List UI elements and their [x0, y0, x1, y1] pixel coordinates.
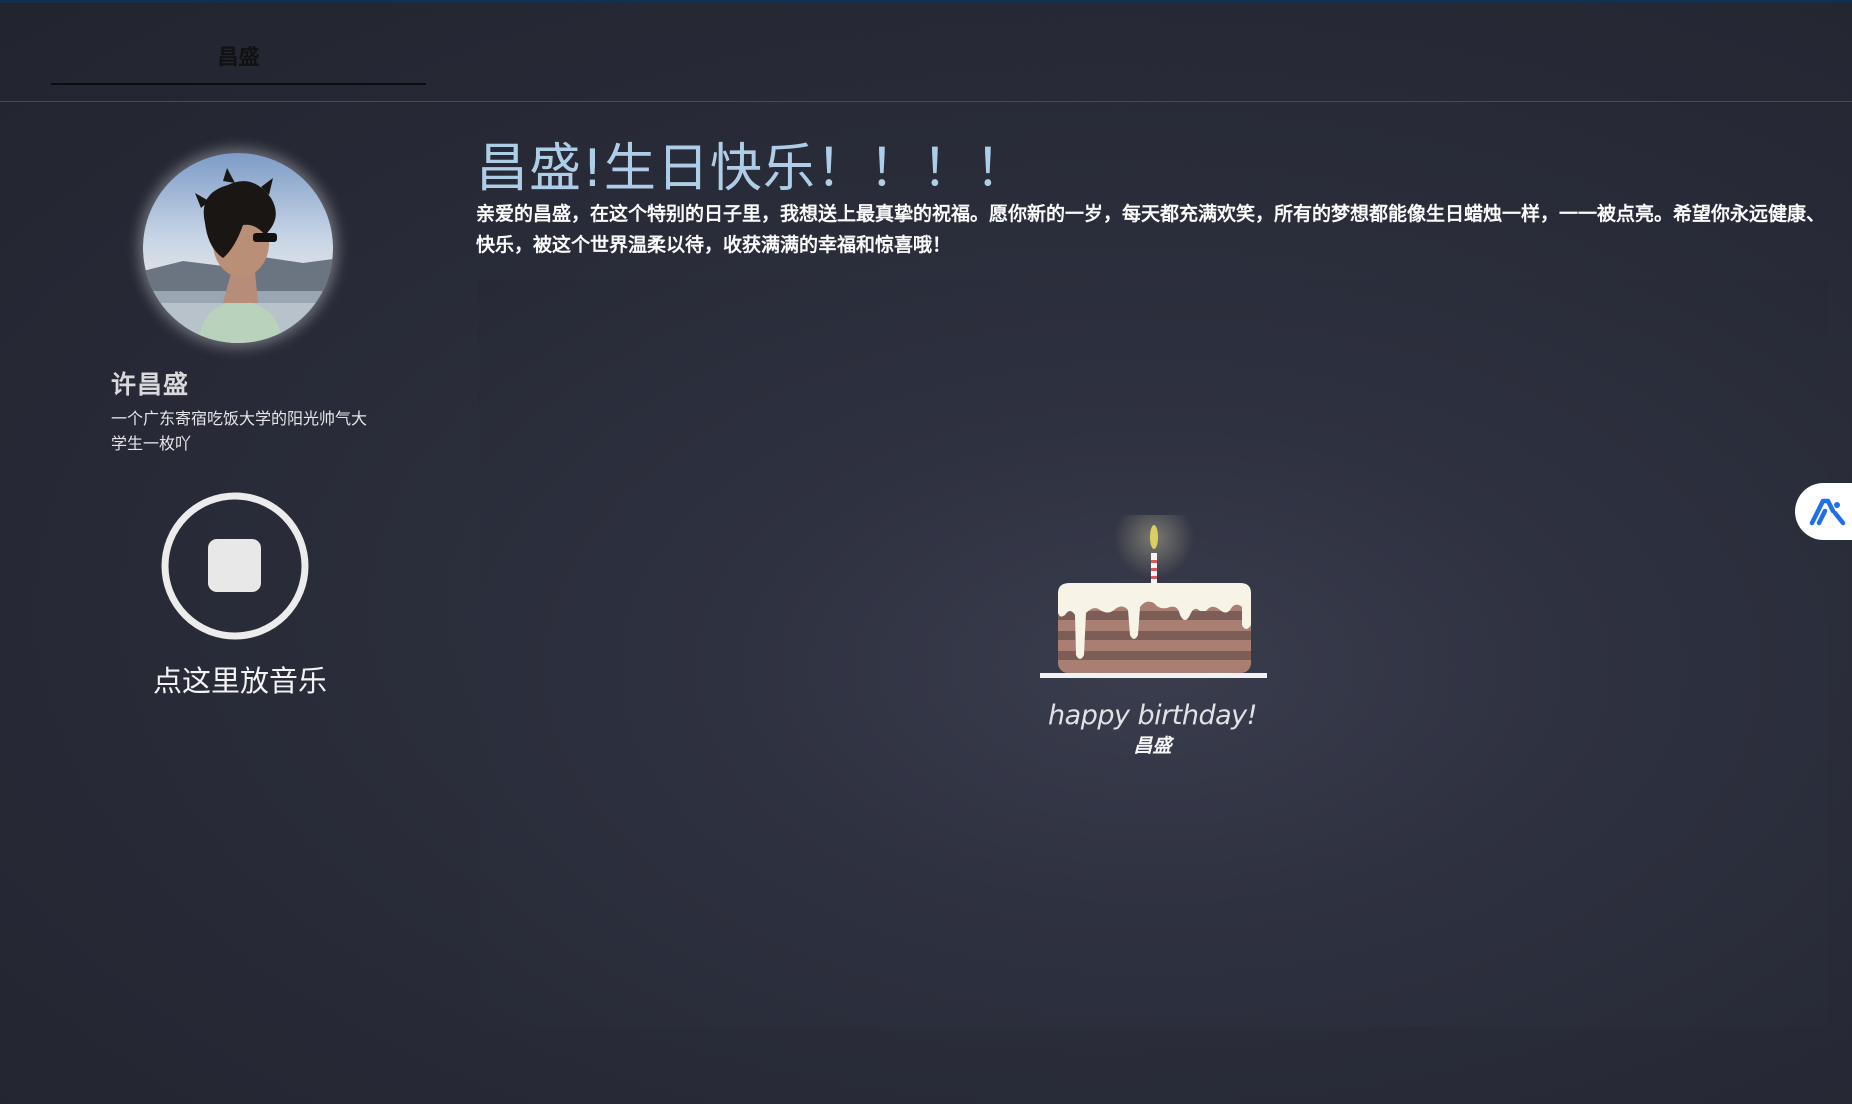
ai-assistant-button[interactable] [1795, 483, 1852, 540]
avatar [143, 153, 333, 343]
birthday-cake [1030, 498, 1310, 685]
cake-illustration [1040, 498, 1267, 678]
music-play-button[interactable] [160, 491, 310, 641]
sidebar: 许昌盛 一个广东寄宿吃饭大学的阳光帅气大学生一枚吖 点这里放音乐 [0, 103, 470, 1104]
music-play-label[interactable]: 点这里放音乐 [100, 658, 380, 700]
profile-name: 许昌盛 [111, 370, 190, 399]
profile-bio: 一个广东寄宿吃饭大学的阳光帅气大学生一枚吖 [111, 409, 368, 453]
cake-plate [1040, 673, 1267, 678]
header: 昌盛 [0, 3, 1852, 102]
stop-icon [161, 492, 309, 640]
candle-flame [1150, 525, 1158, 549]
ai-assistant-icon [1809, 498, 1846, 526]
nav-tab-underline [51, 83, 426, 85]
birthday-message: 亲爱的昌盛，在这个特别的日子里，我想送上最真挚的祝福。愿你新的一岁，每天都充满欢… [476, 203, 1826, 256]
avatar-photo [143, 153, 333, 343]
page-title: 昌盛!生日快乐！！！！ [476, 139, 1028, 199]
cake-name-text: 昌盛 [1133, 735, 1172, 757]
nav-tab-changsheng[interactable]: 昌盛 [51, 41, 426, 83]
happy-birthday-text: happy birthday! [1048, 700, 1257, 731]
